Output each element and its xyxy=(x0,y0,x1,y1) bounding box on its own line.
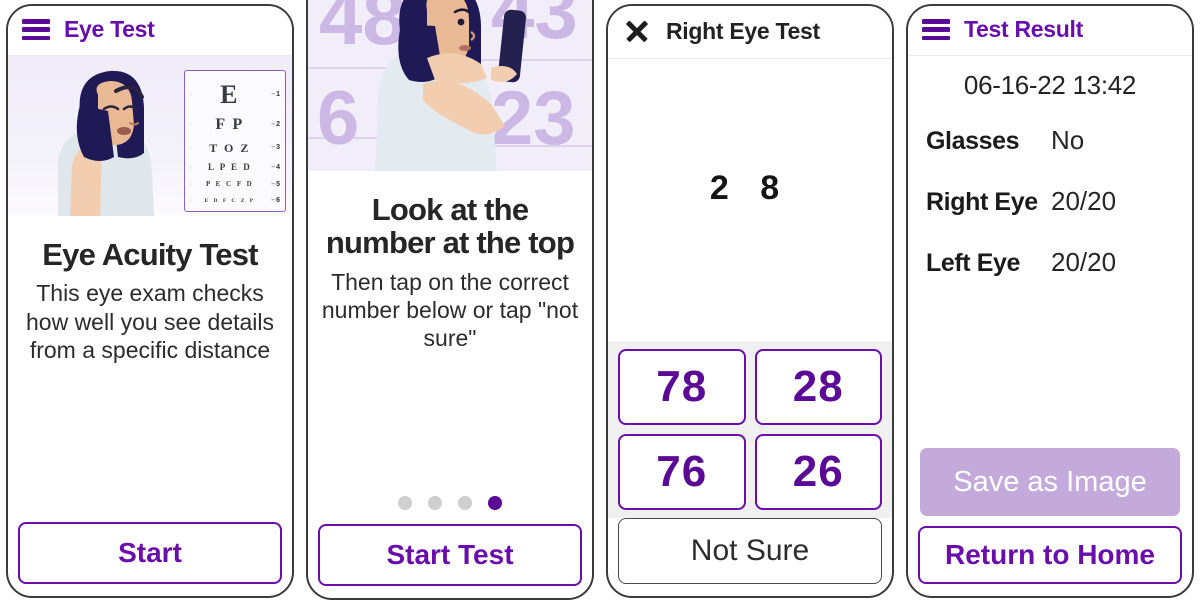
instructions-illustration: 48 43 6 23 xyxy=(308,0,592,171)
page-title: Eye Test xyxy=(64,16,155,42)
svg-text:48: 48 xyxy=(319,0,406,61)
page-title: Right Eye Test xyxy=(666,17,820,44)
appbar-right-eye-test: Right Eye Test xyxy=(608,6,892,59)
pager-dots xyxy=(318,486,582,524)
answer-option-3[interactable]: 76 xyxy=(618,434,746,510)
result-table: Glasses No Right Eye 20/20 Left Eye 20/2… xyxy=(908,107,1192,308)
chart-line-number: 3 xyxy=(268,144,280,151)
start-test-button[interactable]: Start Test xyxy=(318,524,582,586)
answer-option-2[interactable]: 28 xyxy=(754,349,882,425)
answer-option-4[interactable]: 26 xyxy=(754,434,882,510)
result-label: Glasses xyxy=(926,127,1020,155)
hamburger-icon[interactable] xyxy=(22,19,50,40)
woman-illustration xyxy=(58,70,154,216)
chart-letters: T O Z xyxy=(209,140,251,155)
answer-grid: 78 28 76 26 xyxy=(618,349,882,510)
eye-chart-row: ‹ T O Z 3 xyxy=(188,142,282,154)
pager-dot[interactable] xyxy=(398,496,412,510)
svg-text:23: 23 xyxy=(491,76,576,161)
chart-letters: P E C F D xyxy=(205,180,254,189)
svg-text:6: 6 xyxy=(317,76,359,161)
intro-body: Eye Acuity Test This eye exam checks how… xyxy=(8,216,292,522)
chart-line-number: 2 xyxy=(268,121,280,128)
chart-letters: F P xyxy=(215,115,245,133)
eye-chart: ‹ E 1 ‹ F P 2 ‹ T O Z 3 ‹ L P E D 4 xyxy=(184,70,286,212)
result-row-glasses: Glasses No xyxy=(926,125,1174,156)
return-to-home-button[interactable]: Return to Home xyxy=(918,526,1182,584)
instructions-heading: Look at the number at the top xyxy=(325,192,575,261)
screenshot-root: Eye Test ‹ E 1 xyxy=(0,0,1200,602)
eye-chart-row: ‹ L P E D 4 xyxy=(188,163,282,172)
chart-line-number: 1 xyxy=(268,91,280,98)
chart-line-number: 5 xyxy=(268,181,280,188)
close-icon[interactable] xyxy=(622,16,652,46)
eye-chart-row: ‹ P E C F D 5 xyxy=(188,180,282,189)
result-label: Left Eye xyxy=(926,249,1021,277)
intro-illustration: ‹ E 1 ‹ F P 2 ‹ T O Z 3 ‹ L P E D 4 xyxy=(8,56,292,216)
chart-letters: E D F C Z P xyxy=(204,197,256,204)
answer-pad: 78 28 76 26 xyxy=(608,341,892,518)
result-value: 20/20 xyxy=(1051,186,1117,216)
result-timestamp: 06-16-22 13:42 xyxy=(963,70,1137,100)
pager-dot[interactable] xyxy=(428,496,442,510)
chart-line-number: 4 xyxy=(268,164,280,171)
eye-chart-row: ‹ E D F C Z P 6 xyxy=(188,197,282,204)
pager-dot[interactable] xyxy=(458,496,472,510)
start-button[interactable]: Start xyxy=(18,522,282,584)
stimulus-number: 2 8 xyxy=(709,169,791,207)
hamburger-icon[interactable] xyxy=(922,19,950,40)
save-as-image-button[interactable]: Save as Image xyxy=(920,448,1180,516)
eye-chart-row: ‹ E 1 xyxy=(188,79,282,109)
screen-test-result: Test Result 06-16-22 13:42 Glasses No Ri… xyxy=(906,4,1194,598)
instructions-description: Then tap on the correct number below or … xyxy=(321,268,579,352)
result-row-right-eye: Right Eye 20/20 xyxy=(926,186,1174,217)
screen-instructions: 48 43 6 23 Look at the number at the top… xyxy=(306,0,594,600)
appbar-eye-test: Eye Test xyxy=(8,6,292,56)
result-value: 20/20 xyxy=(1051,247,1117,277)
result-label: Right Eye xyxy=(926,188,1038,216)
appbar-test-result: Test Result xyxy=(908,6,1192,56)
result-value: No xyxy=(1051,125,1085,155)
intro-description: This eye exam checks how well you see de… xyxy=(25,280,275,363)
chart-letters: L P E D xyxy=(207,162,252,173)
instructions-body: Look at the number at the top Then tap o… xyxy=(308,171,592,524)
chart-letters: E xyxy=(220,79,240,109)
page-title: Test Result xyxy=(964,16,1083,42)
pager-dot-active[interactable] xyxy=(488,496,502,510)
stimulus-area: 2 8 xyxy=(608,59,892,341)
intro-heading: Eye Acuity Test xyxy=(42,237,258,272)
answer-option-1[interactable]: 78 xyxy=(618,349,746,425)
woman-holding-phone-illustration: 48 43 6 23 xyxy=(308,0,592,171)
result-row-left-eye: Left Eye 20/20 xyxy=(926,247,1174,278)
screen-eye-test-intro: Eye Test ‹ E 1 xyxy=(6,4,294,598)
chart-line-number: 6 xyxy=(268,197,280,204)
screen-right-eye-test: Right Eye Test 2 8 78 28 76 26 Not Sure xyxy=(606,4,894,598)
eye-chart-row: ‹ F P 2 xyxy=(188,115,282,133)
not-sure-button[interactable]: Not Sure xyxy=(618,518,882,584)
